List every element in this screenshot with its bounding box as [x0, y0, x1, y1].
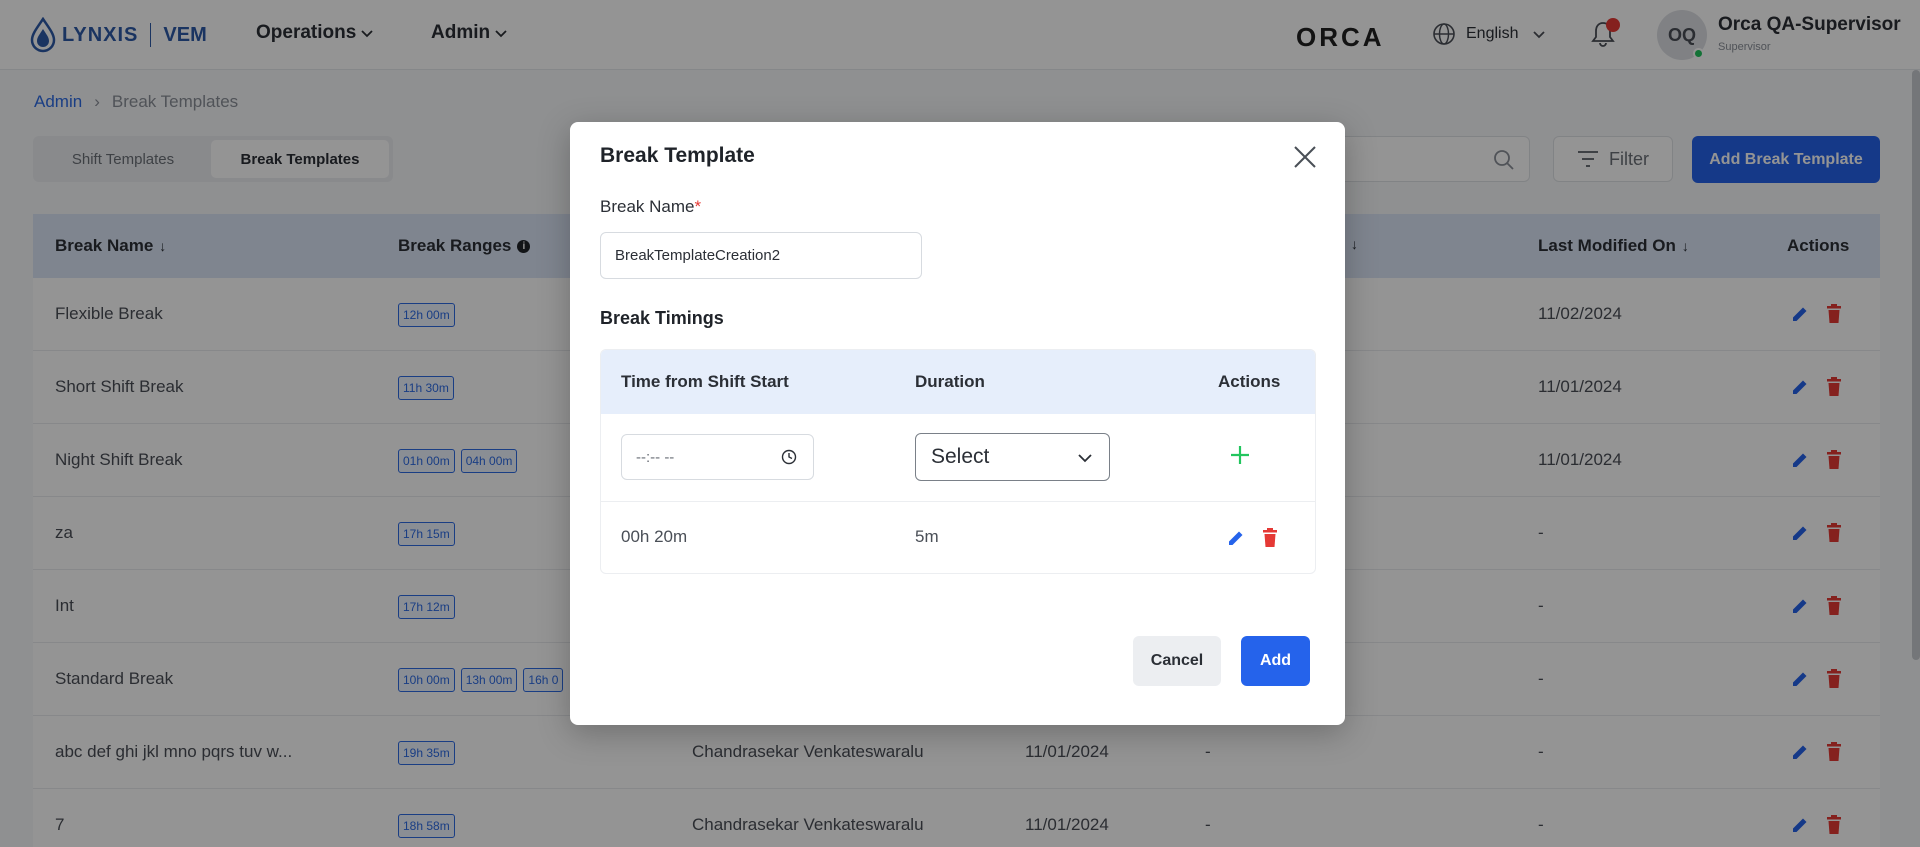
delete-icon[interactable] — [1261, 528, 1279, 548]
chevron-down-icon — [1078, 454, 1092, 463]
break-template-modal: Break Template Break Name* Break Timings… — [570, 122, 1345, 725]
add-button[interactable]: Add — [1241, 636, 1310, 686]
timing-row: 00h 20m 5m — [601, 502, 1315, 573]
duration-select[interactable]: Select — [915, 433, 1110, 481]
new-timing-row: --:-- -- Select — [601, 414, 1315, 502]
timing-duration: 5m — [915, 527, 939, 546]
duration-select-value: Select — [931, 445, 990, 468]
break-name-field[interactable] — [600, 232, 922, 279]
break-name-label: Break Name* — [600, 197, 701, 217]
edit-icon[interactable] — [1226, 528, 1246, 548]
break-timings-title: Break Timings — [600, 308, 724, 328]
break-timings-header: Time from Shift Start Duration Actions — [601, 350, 1315, 414]
add-timing-plus-icon[interactable] — [1229, 444, 1251, 466]
time-from-shift-start-input[interactable]: --:-- -- — [621, 434, 814, 480]
column-duration: Duration — [915, 372, 985, 391]
close-icon[interactable] — [1292, 144, 1318, 170]
column-time-from-shift-start: Time from Shift Start — [621, 372, 789, 391]
timing-time: 00h 20m — [621, 527, 688, 546]
column-timing-actions: Actions — [1218, 372, 1281, 391]
cancel-button[interactable]: Cancel — [1133, 636, 1221, 686]
break-name-label-text: Break Name — [600, 197, 695, 216]
modal-title: Break Template — [600, 144, 755, 167]
time-placeholder: --:-- -- — [636, 448, 675, 466]
required-mark: * — [694, 197, 702, 216]
break-timings-table: Time from Shift Start Duration Actions -… — [600, 349, 1316, 574]
clock-icon[interactable] — [781, 449, 797, 465]
